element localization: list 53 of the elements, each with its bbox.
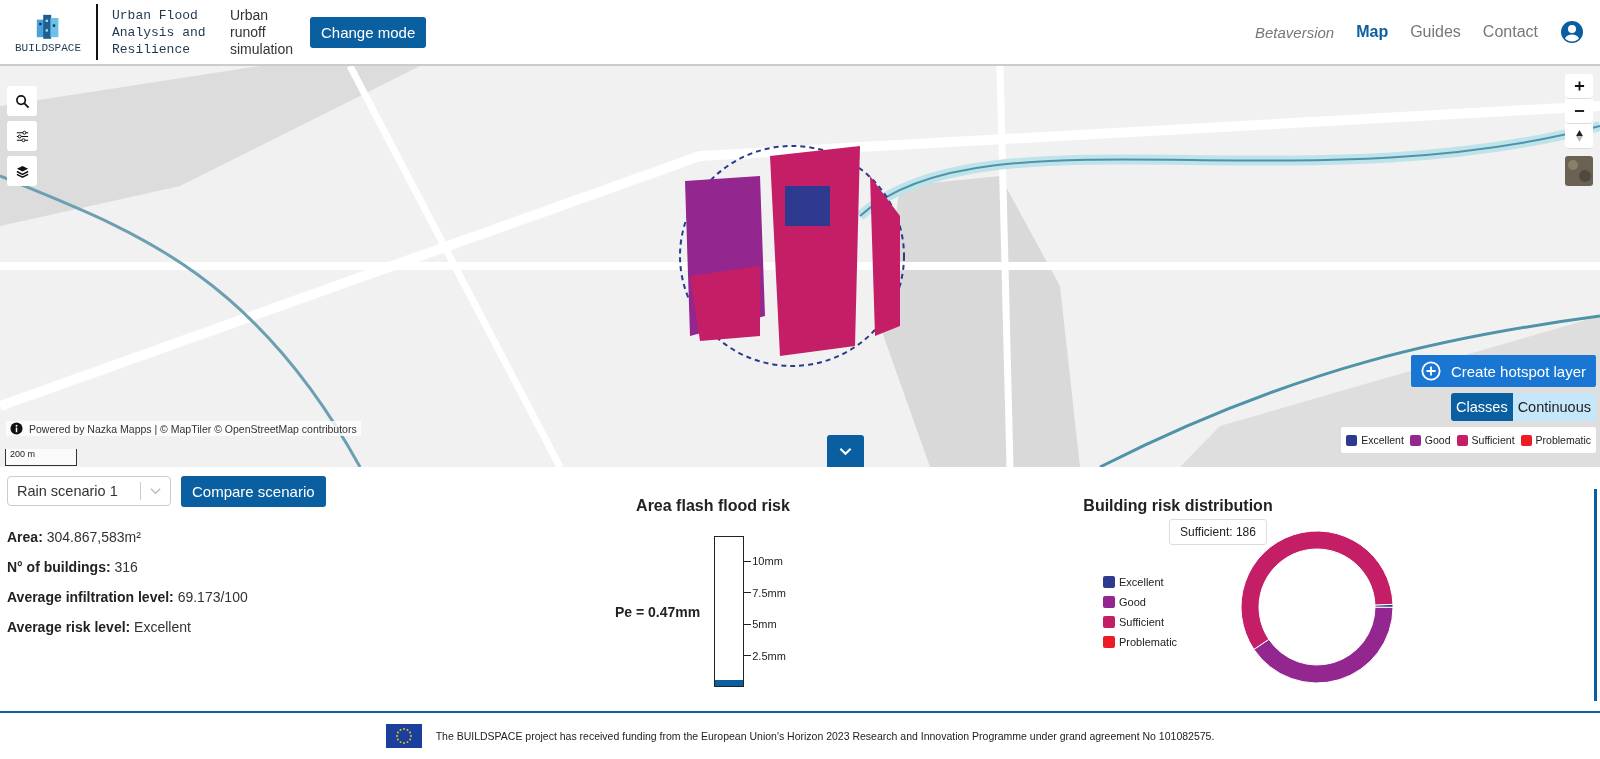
funding-text: The BUILDSPACE project has received funding from the European Union's Horizon 2023 Research and Innovation Programme under grand agreement No 101082575. (435, 730, 1215, 742)
stat-line: Area: 304.867,583m² (7, 528, 142, 546)
stat-line: Average infiltration level: 69.173/100 (7, 588, 249, 606)
logo-text: BUILDSPACE (15, 42, 81, 54)
legend-label: Excellent (1361, 434, 1404, 446)
stat-line: N° of buildings: 316 (7, 558, 139, 576)
section-title: Area flash flood risk (635, 497, 791, 515)
legend-label: Sufficient (1119, 616, 1165, 628)
app-title: Urban Flood Analysis and Resilience (112, 6, 207, 58)
chevron-down-icon (839, 446, 852, 456)
chart-tooltip: Sufficient: 186 (1169, 519, 1267, 545)
nav-link[interactable]: Guides (1410, 23, 1461, 41)
stat-line: Average risk level: Excellent (7, 618, 192, 636)
tick-label: 5mm (752, 618, 777, 631)
collapse-button[interactable] (827, 435, 864, 467)
chevron-down-icon (150, 487, 161, 495)
view-mode-tab[interactable]: Continuous (1512, 393, 1596, 421)
view-mode-tab[interactable]: Classes (1451, 393, 1513, 421)
search-button[interactable] (7, 86, 37, 116)
tick-label: 10mm (752, 555, 783, 568)
user-icon[interactable] (1560, 20, 1584, 44)
section-title: Building risk distribution (1082, 497, 1274, 515)
nav-link[interactable]: Map (1356, 23, 1389, 41)
tick-label: 2.5mm (752, 649, 786, 662)
scale-bar: 200 m (5, 449, 77, 466)
compare-scenario-button[interactable]: Compare scenario (181, 476, 326, 507)
info-icon[interactable] (10, 422, 23, 435)
eu-flag-icon (385, 724, 422, 748)
reading-label: Pe = 0.47mm (615, 603, 701, 620)
legend-label: Excellent (1119, 576, 1164, 588)
mode-label: Urban runoff simulation (230, 6, 295, 58)
legend-label: Sufficient (1471, 434, 1515, 446)
create-hotspot-button[interactable]: Create hotspot layer (1410, 355, 1596, 387)
satellite-thumbnail[interactable] (1565, 156, 1593, 186)
tick-label: 7.5mm (752, 586, 786, 599)
sliders-icon (14, 128, 30, 144)
select-value: Rain scenario 1 (17, 483, 119, 499)
legend-label: Problematic (1119, 636, 1178, 648)
beta-label: Betaversion (1254, 23, 1335, 41)
legend-label: Good (1119, 596, 1146, 608)
legend-label: Problematic (1535, 434, 1591, 446)
layers-icon (14, 163, 30, 179)
filter-button[interactable] (7, 121, 37, 151)
nav-link[interactable]: Contact (1482, 23, 1538, 41)
plus-circle-icon (1420, 361, 1441, 381)
compass-icon (1573, 130, 1585, 142)
plus-icon (1573, 80, 1585, 92)
attribution-text: Powered by Nazka Mapps | © MapTiler © OpenStreetMap contributors (29, 422, 357, 435)
legend-label: Good (1424, 434, 1451, 446)
layers-button[interactable] (7, 156, 37, 186)
search-icon (14, 93, 30, 109)
change-mode-button[interactable]: Change mode (310, 16, 427, 48)
scenario-select[interactable]: Rain scenario 1 (7, 476, 171, 506)
